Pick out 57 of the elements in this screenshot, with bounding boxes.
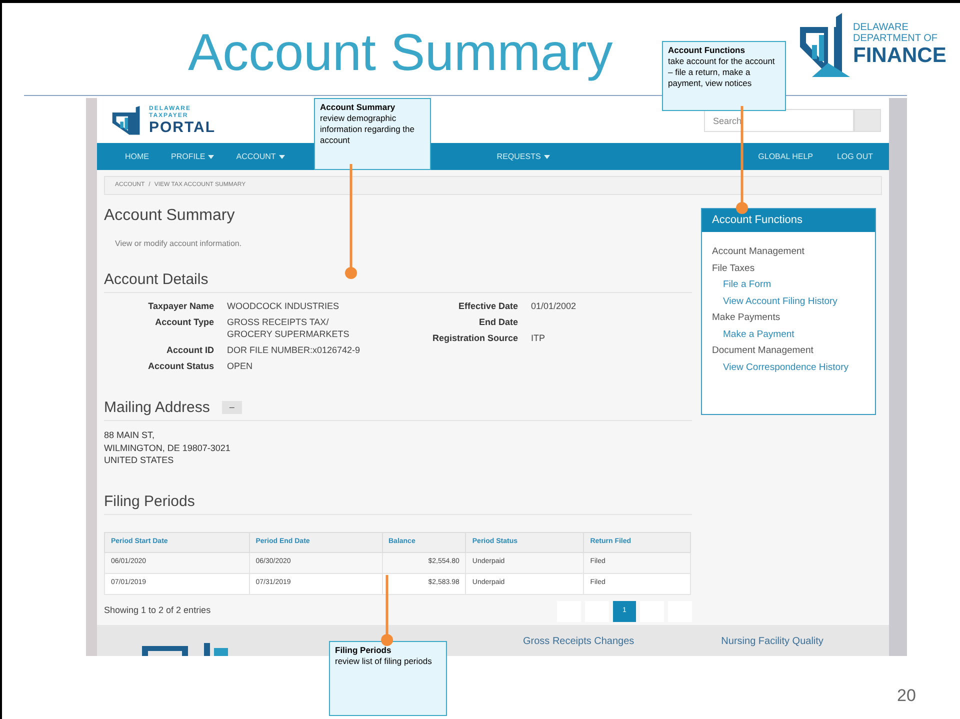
field-value: 01/01/2002 bbox=[531, 300, 576, 312]
address-line: UNITED STATES bbox=[104, 454, 175, 466]
field-label: Effective Date bbox=[458, 301, 518, 311]
footer-link[interactable]: Nursing Facility Quality bbox=[721, 634, 824, 649]
callout-text: take account for the account – file a return, make a payment, view notices bbox=[668, 56, 776, 89]
nav-link[interactable]: ACCOUNT bbox=[236, 150, 285, 162]
callout-title: Account Functions bbox=[668, 45, 746, 56]
collapse-button[interactable]: – bbox=[222, 401, 242, 414]
field-value: WOODCOCK INDUSTRIES bbox=[227, 300, 340, 312]
section-heading: Account Details bbox=[104, 270, 208, 289]
page-number: 20 bbox=[897, 685, 916, 707]
nav-link[interactable]: HOME bbox=[125, 150, 149, 162]
field-label: Account Type bbox=[155, 317, 214, 327]
function-link[interactable]: File a Form bbox=[712, 277, 865, 294]
function-group-label: Account Management bbox=[712, 245, 806, 259]
address-line: WILMINGTON, DE 19807-3021 bbox=[104, 442, 232, 454]
field-value: DOR FILE NUMBER:x0126742-9 bbox=[227, 344, 360, 356]
entries-summary: Showing 1 to 2 of 2 entries bbox=[104, 604, 211, 618]
function-group-label: File Taxes bbox=[712, 262, 756, 276]
description-text: View or modify account information. bbox=[115, 238, 243, 250]
footer-logo-icon bbox=[142, 643, 228, 656]
field-value: ITP bbox=[531, 332, 546, 344]
address-line: 88 MAIN ST, bbox=[104, 429, 156, 442]
section-heading: Mailing Address bbox=[104, 398, 210, 417]
logo-text: DELAWARE bbox=[853, 22, 910, 33]
field-label: Account ID bbox=[166, 345, 214, 355]
slide-title: Account Summary bbox=[188, 23, 613, 83]
field-value: OPEN bbox=[227, 360, 253, 372]
leader-line bbox=[381, 575, 393, 646]
callout-title: Filing Periods bbox=[335, 645, 392, 656]
field-label: Taxpayer Name bbox=[148, 301, 214, 311]
field-value: GROSS RECEIPTS TAX/ bbox=[227, 316, 330, 328]
nav-link[interactable]: LOG OUT bbox=[836, 150, 873, 162]
search-button[interactable] bbox=[854, 109, 881, 132]
function-link[interactable]: Make a Payment bbox=[712, 326, 865, 343]
callout-text: review demographic information regarding the account bbox=[320, 113, 416, 146]
field-value: GROCERY SUPERMARKETS bbox=[227, 328, 350, 340]
function-group-label: Document Management bbox=[712, 344, 814, 358]
footer-link[interactable]: Gross Receipts Changes bbox=[523, 634, 634, 649]
callout-text: review list of filing periods bbox=[335, 656, 433, 667]
function-link[interactable]: View Account Filing History bbox=[712, 294, 865, 310]
callout-title: Account Summary bbox=[320, 102, 396, 113]
finance-logo-icon bbox=[798, 13, 850, 77]
field-label: Registration Source bbox=[432, 333, 518, 343]
logo-text: DEPARTMENT OF bbox=[853, 33, 938, 44]
nav-link[interactable]: REQUESTS bbox=[496, 150, 550, 162]
page-heading: Account Summary bbox=[104, 206, 236, 226]
function-group-label: Make Payments bbox=[712, 311, 782, 325]
function-link[interactable]: View Correspondence History bbox=[712, 360, 865, 376]
nav-link[interactable]: PROFILE bbox=[171, 150, 214, 162]
logo-text: FINANCE bbox=[853, 44, 946, 68]
panel-title: Account Functions bbox=[702, 209, 875, 232]
logo-text: PORTAL bbox=[149, 120, 216, 135]
section-heading: Filing Periods bbox=[104, 492, 195, 510]
nav-link[interactable]: GLOBAL HELP bbox=[758, 150, 813, 162]
field-label: Account Status bbox=[148, 361, 214, 371]
field-label: End Date bbox=[478, 317, 518, 327]
